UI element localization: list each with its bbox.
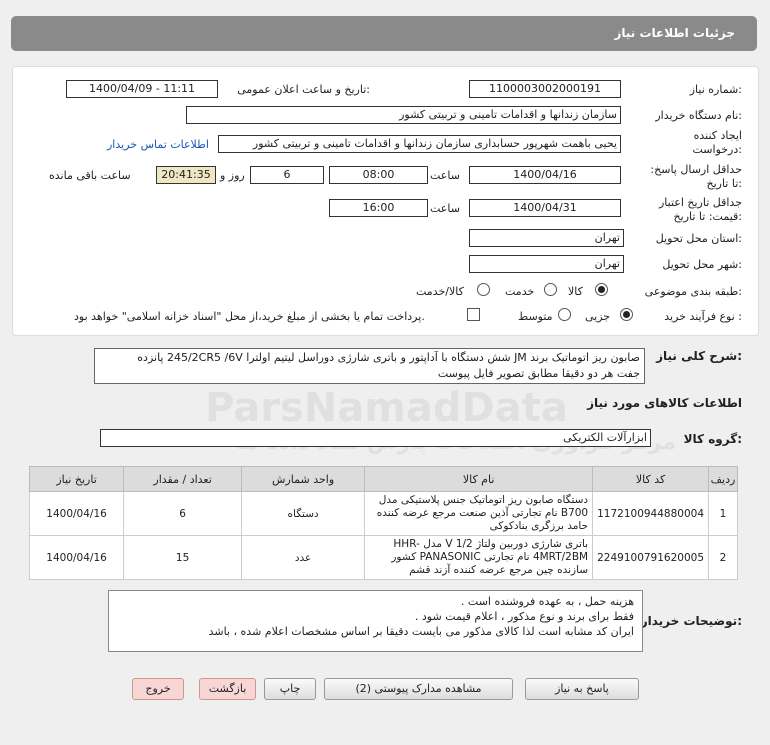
category-service-radio[interactable] [544,283,557,296]
cell-name: دستگاه صابون ریز اتوماتیک جنس پلاستیکی م… [364,491,594,536]
group-label: گروه کالا: [683,432,742,446]
process-medium-label: متوسط [518,310,553,323]
creator-label: ایجاد کننده درخواست: [692,129,743,156]
col-header-date: تاریخ نیاز [28,466,125,492]
city-label: شهر محل تحویل: [662,258,742,271]
back-button[interactable]: بازگشت [199,678,256,700]
col-header-unit: واحد شمارش [241,466,366,492]
category-goods-label: کالا [568,285,583,298]
remaining-time-label: ساعت باقی مانده [49,169,131,182]
category-goods-radio[interactable] [595,283,608,296]
notes-line-2: فقط برای برند و نوع مذکور ، اعلام قیمت ش… [414,610,634,623]
reply-button[interactable]: پاسخ به نیاز [525,678,639,700]
description-line-2: جفت هر دو دقیقا مطابق تصویر فایل پیوست [437,367,640,380]
cell-index: 2 [708,535,738,580]
description-box: صابون ریز اتوماتیک برند JM شش دستگاه با … [94,348,645,384]
col-header-name: نام کالا [364,466,594,492]
col-header-index: ردیف [708,466,738,492]
category-label: طبقه بندی موضوعی: [644,285,742,298]
creator-field: یحیی باهمت شهرپور حسابداری سازمان زندانه… [218,135,621,153]
notes-box: هزینه حمل ، به عهده فروشنده است . فقط بر… [108,590,643,652]
exit-button[interactable]: خروج [132,678,184,700]
payment-note: پرداخت تمام یا بخشی از مبلغ خرید،از محل … [74,310,425,323]
process-medium-radio[interactable] [558,308,571,321]
announce-label: تاریخ و ساعت اعلان عمومی: [237,83,370,96]
validity-label: جداقل تاریخ اعتبار قیمت: تا تاریخ: [658,196,742,223]
category-goods-service-label: کالا/خدمت [416,285,464,298]
cell-code: 1172100944880004 [592,491,709,536]
cell-date: 1400/04/16 [28,491,125,536]
city-field: تهران [469,255,624,273]
cell-qty: 6 [123,491,243,536]
cell-qty: 15 [123,535,243,580]
group-field: ابزارآلات الکتریکی [100,429,651,447]
page-title: جزئیات اطلاعات نیاز [614,26,735,40]
notes-line-3: ایران کد مشابه است لذا کالای مذکور می با… [208,625,634,638]
description-line-1: صابون ریز اتوماتیک برند JM شش دستگاه با … [137,351,640,364]
province-field: تهران [469,229,624,247]
validity-time-field: 16:00 [329,199,428,217]
days-label: روز و [220,169,245,182]
cell-date: 1400/04/16 [28,535,125,580]
deadline-label: حداقل ارسال پاسخ: تا تاریخ: [650,163,742,190]
validity-time-label: ساعت [430,202,460,215]
process-partial-label: جزیی [585,310,611,323]
watermark-text: ParsNamadData [205,385,568,431]
deadline-time-field: 08:00 [329,166,428,184]
cell-code: 2249100791620005 [592,535,709,580]
cell-index: 1 [708,491,738,536]
notes-line-1: هزینه حمل ، به عهده فروشنده است . [460,595,634,608]
announce-field: 1400/04/09 - 11:11 [66,80,218,98]
col-header-qty: تعداد / مقدار [123,466,243,492]
table-header-row: ردیف کد کالا نام کالا واحد شمارش تعداد /… [28,466,738,492]
need-number-field: 1100003002000191 [469,80,621,98]
need-number-label: شماره نیاز: [689,83,742,96]
table-row: 1 1172100944880004 دستگاه صابون ریز اتوم… [28,491,738,536]
days-field: 6 [250,166,324,184]
buyer-org-label: نام دستگاه خریدار: [655,109,742,122]
buyer-org-field: سازمان زندانها و اقدامات تامینی و تربیتی… [186,106,621,124]
col-header-code: کد کالا [592,466,709,492]
items-table: ردیف کد کالا نام کالا واحد شمارش تعداد /… [28,466,738,580]
description-label: شرح کلی نیاز: [656,349,742,363]
deadline-time-label: ساعت [430,169,460,182]
process-partial-radio[interactable] [620,308,633,321]
attachments-button[interactable]: مشاهده مدارک پیوستی (2) [324,678,513,700]
category-service-label: خدمت [505,285,535,298]
cell-name: باتری شارژی دوربین ولتاژ V 1/2 مدل HHR-4… [364,535,594,580]
validity-date-field: 1400/04/31 [469,199,621,217]
deadline-date-field: 1400/04/16 [469,166,621,184]
province-label: استان محل تحویل: [655,232,742,245]
page-title-bar: جزئیات اطلاعات نیاز [11,16,757,51]
notes-label: توضیحات خریدار: [640,614,742,628]
treasury-payment-checkbox[interactable] [467,308,480,321]
goods-info-title: اطلاعات کالاهای مورد نیاز [587,396,742,410]
table-row: 2 2249100791620005 باتری شارژی دوربین ول… [28,535,738,580]
process-label: نوع فرآیند خرید : [664,310,742,323]
category-goods-service-radio[interactable] [477,283,490,296]
cell-unit: دستگاه [241,491,366,536]
cell-unit: عدد [241,535,366,580]
buyer-contact-link[interactable]: اطلاعات تماس خریدار [107,138,209,151]
print-button[interactable]: چاپ [264,678,316,700]
remaining-time-field: 20:41:35 [156,166,216,184]
